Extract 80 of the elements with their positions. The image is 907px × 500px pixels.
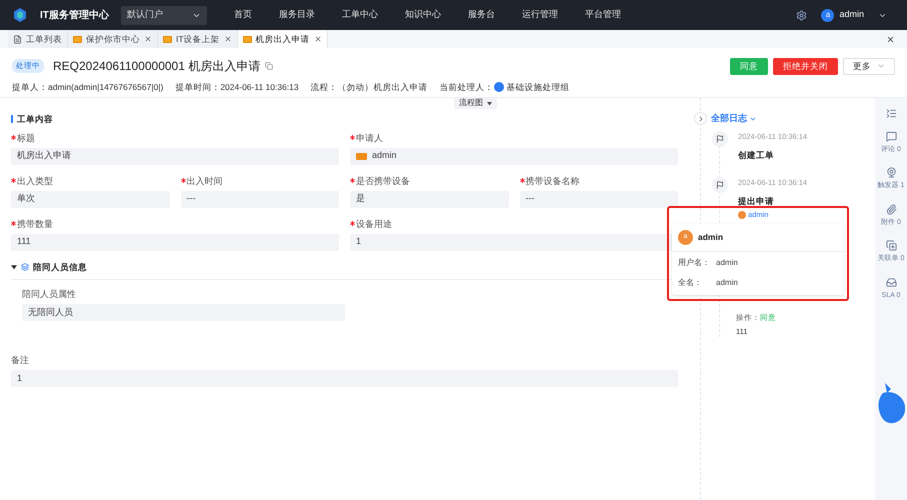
paperclip-icon[interactable] [886, 204, 896, 215]
meta-label: 当前处理人： [440, 81, 494, 94]
nav-menu-item[interactable]: 服务目录 [278, 8, 315, 22]
inbox-icon[interactable] [886, 276, 896, 288]
copy-icon[interactable] [265, 62, 274, 70]
reject-button[interactable]: 拒绝并关闭 [773, 58, 838, 74]
meta-label: 流程： [310, 81, 338, 94]
popup-value: admin [716, 277, 738, 289]
flag-icon [712, 177, 728, 194]
log-title: 创建工单 [738, 148, 775, 162]
meta-value: 2024-06-11 10:36:13 [220, 81, 299, 94]
popup-user-name: admin [698, 231, 724, 244]
flowchart-button[interactable]: 流程图 [454, 98, 497, 109]
close-icon[interactable] [314, 35, 322, 43]
meta-label: 提单时间： [175, 81, 220, 94]
settings-icon[interactable] [796, 10, 808, 20]
log-filter[interactable]: 全部日志 [711, 112, 757, 126]
chevron-down-icon [877, 62, 885, 70]
more-button[interactable]: 更多 [843, 58, 895, 74]
field-label: 出入时间 [186, 174, 222, 186]
user-avatar[interactable]: a [821, 8, 834, 22]
expand-panel-button[interactable] [694, 112, 707, 125]
caret-icon [487, 100, 492, 106]
group-title: 陪同人员信息 [33, 260, 87, 274]
nav-menu-item[interactable]: 首页 [234, 8, 252, 22]
page-tab[interactable]: 机房出入申请 [238, 30, 328, 48]
readonly-field: 1 [11, 370, 678, 388]
field-label: 备注 [11, 354, 29, 366]
close-icon[interactable] [224, 35, 232, 43]
caret-icon[interactable] [11, 264, 17, 270]
nav-menu-item[interactable]: 工单中心 [342, 8, 378, 22]
close-icon[interactable] [886, 34, 895, 44]
ticket-title: REQ2024061100000001 机房出入申请 [53, 58, 260, 75]
readonly-field: 是 [350, 190, 508, 208]
nav-menu-item[interactable]: 知识中心 [404, 8, 441, 22]
field-label: 标题 [17, 132, 35, 144]
portal-select[interactable]: 默认门户 [120, 6, 207, 24]
document-icon [13, 34, 22, 44]
webcam-icon[interactable] [886, 167, 896, 178]
readonly-field: 单次 [11, 190, 170, 208]
field-label: 陪同人员属性 [22, 288, 76, 300]
section-title: 工单内容 [17, 112, 53, 126]
user-badge-icon [356, 152, 367, 160]
popup-label: 全名： [678, 277, 703, 289]
popup-label: 用户名： [678, 257, 711, 269]
readonly-field: 机房出入申请 [11, 148, 339, 164]
readonly-field: --- [520, 190, 678, 208]
meta-value: admin(admin|14767676567|0|) [48, 81, 164, 94]
field-label: 是否携带设备 [356, 174, 410, 186]
field-label: 出入类型 [17, 174, 53, 186]
field-label: 携带数量 [17, 218, 53, 230]
flag-icon [712, 131, 728, 148]
comment-icon[interactable] [886, 130, 896, 142]
user-name[interactable]: admin [839, 8, 864, 22]
field-label: 申请人 [356, 132, 383, 144]
nav-menu-item[interactable]: 平台管理 [584, 8, 621, 22]
popup-value: admin [716, 257, 738, 269]
copy-icon[interactable] [886, 240, 896, 252]
page-tab[interactable]: 保护你市中心 [68, 30, 158, 48]
field-label: 设备用途 [356, 218, 392, 230]
readonly-field: 111 [11, 234, 339, 250]
close-icon[interactable] [144, 35, 152, 43]
layers-icon [21, 262, 29, 271]
user-avatar [738, 210, 746, 219]
readonly-field: admin [350, 148, 678, 164]
field-label: 携带设备名称 [526, 174, 580, 186]
nav-menu-item[interactable]: 服务台 [468, 8, 495, 22]
readonly-field: 无陪同人员 [22, 304, 344, 322]
readonly-field: --- [180, 190, 339, 208]
meta-label: 提单人： [12, 81, 48, 94]
logo-icon [12, 7, 28, 23]
page-tab[interactable]: IT设备上架 [158, 30, 238, 48]
nav-menu-item[interactable]: 运行管理 [522, 8, 558, 22]
log-title: 提出申请 [738, 194, 775, 208]
meta-value: （勿动）机房出入申请 [338, 81, 428, 94]
group-avatar-icon [494, 82, 504, 92]
page-tab[interactable]: 工单列表 [8, 30, 68, 48]
app-title: IT服务管理中心 [40, 8, 109, 22]
collapse-icon[interactable] [886, 108, 896, 119]
meta-value: 基础设施处理组 [506, 81, 570, 94]
